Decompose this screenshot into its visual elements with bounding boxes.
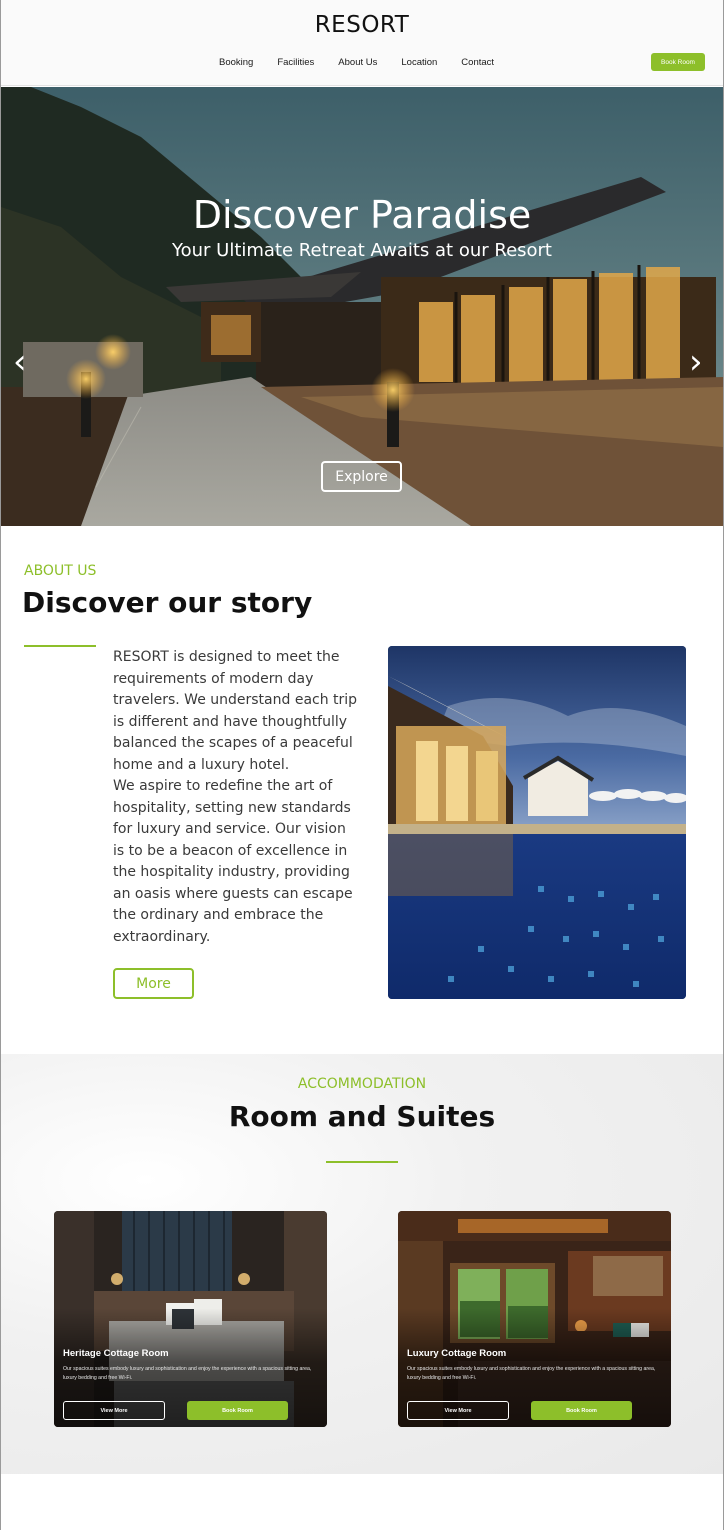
accommodation-section: ACCOMMODATION Room and Suites Heritage C… [1,1054,723,1474]
hero-title: Discover Paradise [192,193,532,237]
accommodation-divider [326,1161,398,1163]
about-paragraph-1: RESORT is designed to meet the requireme… [113,649,358,773]
room-name: Luxury Cottage Room [407,1348,507,1359]
view-more-button[interactable]: View More [407,1401,509,1420]
book-room-button[interactable]: Book Room [187,1401,288,1420]
hero-prev-arrow-icon[interactable]: ‹ [13,345,27,379]
about-pool-image [388,646,686,999]
room-name: Heritage Cottage Room [63,1348,169,1359]
more-button[interactable]: More [113,968,194,999]
view-more-button[interactable]: View More [63,1401,165,1420]
about-title: Discover our story [22,586,313,619]
hero-subtitle: Your Ultimate Retreat Awaits at our Reso… [172,240,552,261]
room-card-luxury[interactable]: Luxury Cottage Room Our spacious suites … [398,1211,671,1427]
book-room-button[interactable]: Book Room [531,1401,632,1420]
room-description: Our spacious suites embody luxury and so… [63,1366,312,1381]
about-divider [24,645,96,647]
nav-link-location[interactable]: Location [401,57,437,68]
site-header: RESORT Booking Facilities About Us Locat… [1,0,723,86]
room-description: Our spacious suites embody luxury and so… [407,1366,656,1381]
nav-link-booking[interactable]: Booking [219,57,253,68]
accommodation-eyebrow: ACCOMMODATION [297,1076,427,1092]
hero-slider: Discover Paradise Your Ultimate Retreat … [1,87,723,526]
main-nav: Booking Facilities About Us Location Con… [201,57,518,68]
accommodation-title: Room and Suites [228,1100,496,1133]
header-book-room-button[interactable]: Book Room [651,53,705,71]
about-text: RESORT is designed to meet the requireme… [113,647,361,948]
about-eyebrow: ABOUT US [24,563,97,579]
site-logo[interactable]: RESORT [1,12,723,38]
hero-next-arrow-icon[interactable]: › [689,345,703,379]
nav-link-facilities[interactable]: Facilities [277,57,314,68]
room-card-heritage[interactable]: Heritage Cottage Room Our spacious suite… [54,1211,327,1427]
explore-button[interactable]: Explore [321,461,402,492]
nav-link-about-us[interactable]: About Us [338,57,377,68]
nav-link-contact[interactable]: Contact [461,57,494,68]
about-paragraph-2: We aspire to redefine the art of hospita… [113,778,353,945]
